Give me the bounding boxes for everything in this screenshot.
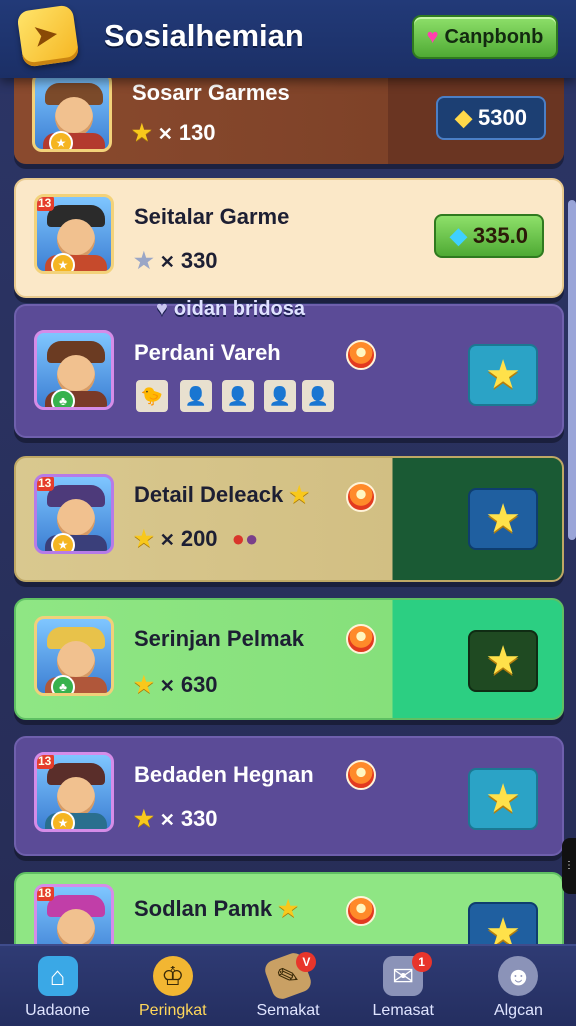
gem-icon: ◆ bbox=[455, 105, 472, 130]
avatar: 13 ★ ✦ bbox=[34, 474, 114, 554]
level-badge: 13 bbox=[37, 197, 55, 211]
list-item[interactable]: ♣ ✦ Serinjan Pelmak ★✕630 ★ bbox=[14, 598, 564, 720]
currency-button[interactable]: ♥ Canpbonb bbox=[412, 15, 558, 59]
list-item[interactable]: 13 ★ ✦ Detail Deleack ★ ★✕200 ●● ★ bbox=[14, 456, 564, 582]
nav-item-messages[interactable]: ✉ 1 Lemasat bbox=[346, 946, 461, 1026]
nav-label: Semakat bbox=[256, 1002, 320, 1019]
star-icon: ★ bbox=[134, 806, 154, 831]
item-stat: ★ ✕ 130 bbox=[132, 120, 216, 145]
coin-badge-icon: ★ bbox=[49, 131, 73, 149]
fire-icon bbox=[346, 760, 376, 790]
favorite-button[interactable]: ★ bbox=[468, 768, 538, 830]
item-stat: ★ ✕ 330 bbox=[134, 248, 218, 273]
team-member-icon: 👤 bbox=[222, 380, 254, 412]
trophy-icon: ♔ bbox=[152, 956, 193, 996]
item-name: Serinjan Pelmak bbox=[134, 626, 304, 651]
currency-button-label: Canpbonb bbox=[444, 25, 544, 48]
team-member-icon: 👤 bbox=[180, 380, 212, 412]
side-handle[interactable]: ⋮ bbox=[562, 838, 576, 894]
home-icon: ⌂ bbox=[37, 956, 78, 996]
notification-badge: V bbox=[296, 952, 317, 972]
nav-item-profile[interactable]: ☻ Algcan bbox=[461, 946, 576, 1026]
item-name: Sodlan Pamk ★ bbox=[134, 896, 299, 921]
list-item[interactable]: 13 ★ ✦ Seitalar Garme ★✕330 ◆ 335.0 bbox=[14, 178, 564, 298]
gem-badge-icon: ● bbox=[244, 526, 259, 551]
potion-icon: ● bbox=[231, 526, 245, 551]
star-icon: ★ bbox=[289, 482, 310, 507]
list-item[interactable]: 13 ★ ✦ Bedaden Hegnan ★✕330 ★ bbox=[14, 736, 564, 856]
avatar: 13 ★ ✦ bbox=[34, 194, 114, 274]
heart-icon: ♥ bbox=[156, 298, 168, 320]
app-header: ➤ Sosialhemian ♥ Canpbonb bbox=[0, 0, 576, 78]
coin-badge-icon: ★ bbox=[51, 533, 75, 551]
item-stat: ★ ✕ 630 bbox=[134, 672, 218, 697]
nav-label: Uadaone bbox=[25, 1002, 91, 1019]
gem-icon: ◆ bbox=[450, 223, 467, 248]
level-badge: 13 bbox=[37, 755, 55, 769]
star-icon: ★ bbox=[132, 120, 152, 145]
item-name: Sosarr Garmes bbox=[132, 80, 290, 105]
app-logo-icon: ➤ bbox=[16, 4, 80, 68]
favorite-button[interactable]: ★ bbox=[468, 344, 538, 406]
item-name: Detail Deleack ★ bbox=[134, 482, 310, 507]
list-item[interactable]: ♣ ✦ Perdani Vareh 🐤 👤 👤 👤 👤 ★ bbox=[14, 304, 564, 438]
item-name: Bedaden Hegnan bbox=[134, 762, 314, 787]
profile-icon: ☻ bbox=[498, 956, 539, 996]
leaf-badge-icon: ♣ bbox=[51, 389, 75, 407]
star-icon: ★ bbox=[134, 672, 154, 697]
fire-icon bbox=[346, 482, 376, 512]
nav-item-tickets[interactable]: ✎ V Semakat bbox=[230, 946, 345, 1026]
item-stat: ★ ✕ 330 bbox=[134, 806, 218, 831]
coin-badge-icon: ★ bbox=[51, 253, 75, 271]
level-badge: 13 bbox=[37, 477, 55, 491]
star-icon: ★ bbox=[134, 526, 154, 551]
team-member-icon: 🐤 bbox=[136, 380, 168, 412]
nav-item-home[interactable]: ⌂ Uadaone bbox=[0, 946, 115, 1026]
avatar: ★ bbox=[32, 72, 112, 152]
bottom-nav: ⌂ Uadaone ♔ Peringkat ✎ V Semakat ✉ 1 Le… bbox=[0, 944, 576, 1026]
notification-badge: 1 bbox=[411, 952, 432, 972]
team-member-icon: 👤 bbox=[302, 380, 334, 412]
nav-item-ranking[interactable]: ♔ Peringkat bbox=[115, 946, 230, 1026]
reward-button[interactable]: ◆ 5300 bbox=[436, 96, 546, 140]
app-title: Sosialhemian bbox=[104, 18, 304, 53]
nav-label: Lemasat bbox=[372, 1002, 434, 1019]
floating-label: ♥ oidan bridosa bbox=[156, 298, 305, 320]
avatar: ♣ ✦ bbox=[34, 330, 114, 410]
item-name: Perdani Vareh bbox=[134, 340, 281, 365]
avatar: ♣ ✦ bbox=[34, 616, 114, 696]
team-member-icon: 👤 bbox=[264, 380, 296, 412]
reward-button[interactable]: ◆ 335.0 bbox=[434, 214, 544, 258]
coin-badge-icon: ★ bbox=[51, 811, 75, 829]
fire-icon bbox=[346, 896, 376, 926]
star-icon: ★ bbox=[278, 896, 299, 921]
leaf-badge-icon: ♣ bbox=[51, 675, 75, 693]
item-stat: ★ ✕ 200 ●● bbox=[134, 526, 259, 551]
favorite-button[interactable]: ★ bbox=[468, 488, 538, 550]
item-name: Seitalar Garme bbox=[134, 204, 290, 229]
fire-icon bbox=[346, 624, 376, 654]
reward-value: 5300 bbox=[477, 105, 527, 130]
star-icon: ★ bbox=[134, 248, 154, 273]
nav-label: Peringkat bbox=[139, 1002, 207, 1019]
avatar: 13 ★ ✦ bbox=[34, 752, 114, 832]
fire-icon bbox=[346, 340, 376, 370]
heart-icon: ♥ bbox=[426, 25, 439, 48]
scrollbar[interactable] bbox=[568, 200, 576, 540]
favorite-button[interactable]: ★ bbox=[468, 630, 538, 692]
reward-value: 335.0 bbox=[472, 223, 528, 248]
level-badge: 18 bbox=[37, 887, 55, 901]
nav-label: Algcan bbox=[493, 1002, 543, 1019]
